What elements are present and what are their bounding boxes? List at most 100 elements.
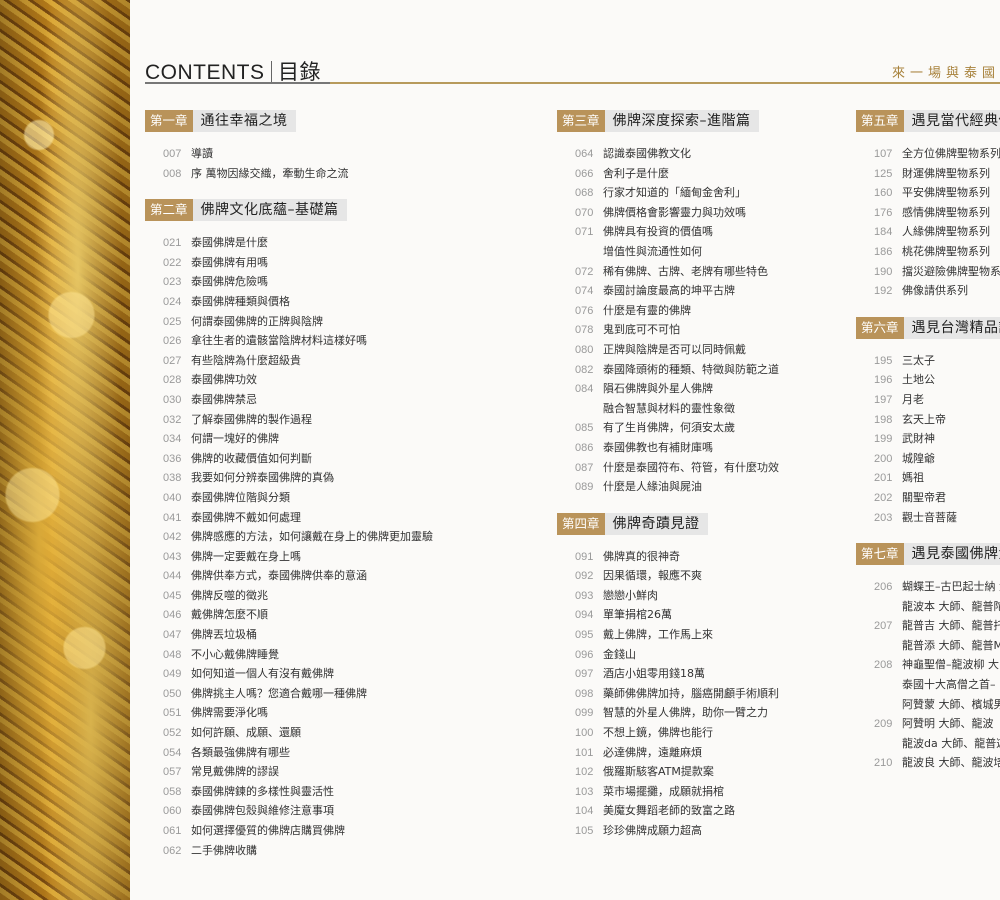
entry-title: 菜市場擺攤，成願就捐棺 <box>603 784 724 798</box>
entry-title: 城隍爺 <box>902 451 935 465</box>
entry-page-number: 040 <box>163 491 182 504</box>
entry-title: 如何許願、成願、還願 <box>191 726 301 740</box>
entry-page-number: 195 <box>874 354 893 367</box>
entry-page-number: 062 <box>163 844 182 857</box>
entry-page-number: 028 <box>163 374 182 387</box>
entry-page-number: 038 <box>163 472 182 485</box>
entry-title: 泰國佛牌種類與價格 <box>191 294 290 308</box>
entry-page-number: 094 <box>575 609 594 622</box>
entry-title: 財運佛牌聖物系列 <box>902 166 990 180</box>
toc-entry: 040 泰國佛牌位階與分類 <box>145 488 433 508</box>
entry-title: 單筆捐棺26萬 <box>603 608 672 622</box>
entry-page-number: 107 <box>874 148 893 160</box>
toc-entry: 041 泰國佛牌不戴如何處理 <box>145 508 433 528</box>
entry-title: 何謂泰國佛牌的正牌與陰牌 <box>191 314 323 328</box>
entry-title: 泰國佛牌危險嗎 <box>191 275 268 289</box>
toc-entry: 076 什麼是有靈的佛牌 <box>557 301 779 321</box>
chapter-title: 佛牌文化底蘊–基礎篇 <box>192 199 347 222</box>
entry-page-number: 087 <box>575 461 594 474</box>
entry-title: 佛牌具有投資的價值嗎 <box>603 225 713 239</box>
chapter-number: 第四章 <box>557 512 605 535</box>
toc-entry: 098 藥師佛佛牌加持，腦癌開顱手術順利 <box>557 684 779 704</box>
chapter-number: 第二章 <box>145 199 193 222</box>
toc-entry: 072 稀有佛牌、古牌、老牌有哪些特色 <box>557 262 779 282</box>
toc-entry: 032 了解泰國佛牌的製作過程 <box>145 410 433 430</box>
toc-entry: 027 有些陰牌為什麼超級貴 <box>145 351 433 371</box>
entry-title: 佛牌供奉方式，泰國佛牌供奉的意涵 <box>191 569 367 583</box>
toc-entry: 024 泰國佛牌種類與價格 <box>145 292 433 312</box>
entry-page-number: 199 <box>874 433 893 446</box>
entry-page-number: 071 <box>575 226 594 239</box>
toc-entry: 086 泰國佛教也有補財庫嗎 <box>557 438 779 458</box>
entry-page-number: 024 <box>163 295 182 308</box>
toc-entry: 078 鬼到底可不可怕 <box>557 320 779 340</box>
entry-title: 拿往生者的遺骸當陰牌材料這樣好嗎 <box>191 334 367 348</box>
toc-entry: 051 佛牌需要淨化嗎 <box>145 703 433 723</box>
entry-title: 泰國討論度最高的坤平古牌 <box>603 284 735 298</box>
entry-title: 融合智慧與材料的靈性象徵 <box>603 401 735 415</box>
entry-title: 泰國佛牌禁忌 <box>191 392 257 406</box>
entry-page-number: 091 <box>575 550 594 563</box>
entry-title: 如何選擇優質的佛牌店購買佛牌 <box>191 824 345 837</box>
entry-title: 各類最強佛牌有哪些 <box>191 745 290 759</box>
toc-entry: 203 觀士音菩薩 <box>856 508 1000 528</box>
toc-entry: 089 什麼是人緣油與屍油 <box>557 477 779 497</box>
entry-title: 阿贊蒙 大師、檳城男 <box>902 697 1000 711</box>
toc-entry: 160 平安佛牌聖物系列 <box>856 183 1000 203</box>
toc-entry: 070 佛牌價格會影響靈力與功效嗎 <box>557 203 779 223</box>
entry-title: 泰國降頭術的種類、特徵與防範之道 <box>603 362 779 376</box>
entry-page-number: 027 <box>163 354 182 367</box>
toc-column-3: 第五章遇見當代經典佛 107 全方位佛牌聖物系列 125 財運佛牌聖物系列 160 平安佛牌… <box>856 110 1000 773</box>
entry-page-number: 201 <box>874 472 893 485</box>
entry-page-number: 070 <box>575 206 594 219</box>
chapter-heading: 第四章 佛牌奇蹟見證 <box>557 512 779 535</box>
toc-entry: 046 戴佛牌怎麼不順 <box>145 605 433 625</box>
toc-entry: 043 佛牌一定要戴在身上嗎 <box>145 547 433 567</box>
entry-title: 玄天上帝 <box>902 412 946 426</box>
entry-title: 佛牌反噬的徵兆 <box>191 588 268 602</box>
entry-title: 有了生肖佛牌，何須安太歲 <box>603 421 735 435</box>
entry-title: 舍利子是什麼 <box>603 166 669 180</box>
toc-entry: 096 金錢山 <box>557 645 779 665</box>
toc-entry: 084 隕石佛牌與外星人佛牌 <box>557 379 779 399</box>
entry-page-number: 051 <box>163 707 182 720</box>
toc-entry: 048 不小心戴佛牌睡覺 <box>145 645 433 665</box>
entry-title: 什麼是泰國符布、符管，有什麼功效 <box>603 460 779 474</box>
heading-divider <box>270 61 272 83</box>
entry-page-number: 202 <box>874 491 893 504</box>
toc-entry: 085 有了生肖佛牌，何須安太歲 <box>557 418 779 438</box>
entry-title: 戴佛牌怎麼不順 <box>191 608 268 622</box>
entry-page-number: 045 <box>163 589 182 602</box>
entry-title: 二手佛牌收購 <box>191 843 257 857</box>
toc-entry: 融合智慧與材料的靈性象徵 <box>557 399 779 419</box>
chapter-heading: 第五章遇見當代經典佛 <box>856 110 1000 132</box>
entry-title: 泰國佛牌包殼與維修注意事項 <box>191 804 334 818</box>
entry-title: 不想上鏡，佛牌也能行 <box>603 726 713 740</box>
entry-page-number: 044 <box>163 570 182 583</box>
toc-entry: 044 佛牌供奉方式，泰國佛牌供奉的意涵 <box>145 566 433 586</box>
header-rule-accent <box>145 82 330 84</box>
entry-title: 佛牌價格會影響靈力與功效嗎 <box>603 205 746 219</box>
toc-entry: 龍波本 大師、龍普陀 <box>856 597 1000 617</box>
entry-title: 全方位佛牌聖物系列 <box>902 147 1000 160</box>
toc-entry: 207 龍普吉 大師、龍普托 <box>856 616 1000 636</box>
contents-heading-en: CONTENTS <box>145 61 265 84</box>
entry-page-number: 084 <box>575 383 594 396</box>
toc-entry: 062 二手佛牌收購 <box>145 841 433 861</box>
toc-entry: 074 泰國討論度最高的坤平古牌 <box>557 281 779 301</box>
toc-entry: 184 人緣佛牌聖物系列 <box>856 222 1000 242</box>
toc-entry: 068 行家才知道的「緬甸金舍利」 <box>557 183 779 203</box>
entry-title: 了解泰國佛牌的製作過程 <box>191 412 312 426</box>
entry-page-number: 025 <box>163 315 182 328</box>
toc-entry: 023 泰國佛牌危險嗎 <box>145 272 433 292</box>
entry-page-number: 043 <box>163 550 182 563</box>
toc-entry: 057 常見戴佛牌的謬誤 <box>145 762 433 782</box>
entry-page-number: 203 <box>874 511 893 524</box>
toc-entry: 026 拿往生者的遺骸當陰牌材料這樣好嗎 <box>145 331 433 351</box>
chapter-heading: 第三章 佛牌深度探索–進階篇 <box>557 110 779 132</box>
toc-entry: 192 佛像請供系列 <box>856 281 1000 301</box>
entry-title: 佛牌的收藏價值如何判斷 <box>191 451 312 465</box>
entry-page-number: 072 <box>575 265 594 278</box>
entry-title: 佛牌真的很神奇 <box>603 549 680 563</box>
entry-title: 龍普添 大師、龍普M <box>902 638 1000 652</box>
